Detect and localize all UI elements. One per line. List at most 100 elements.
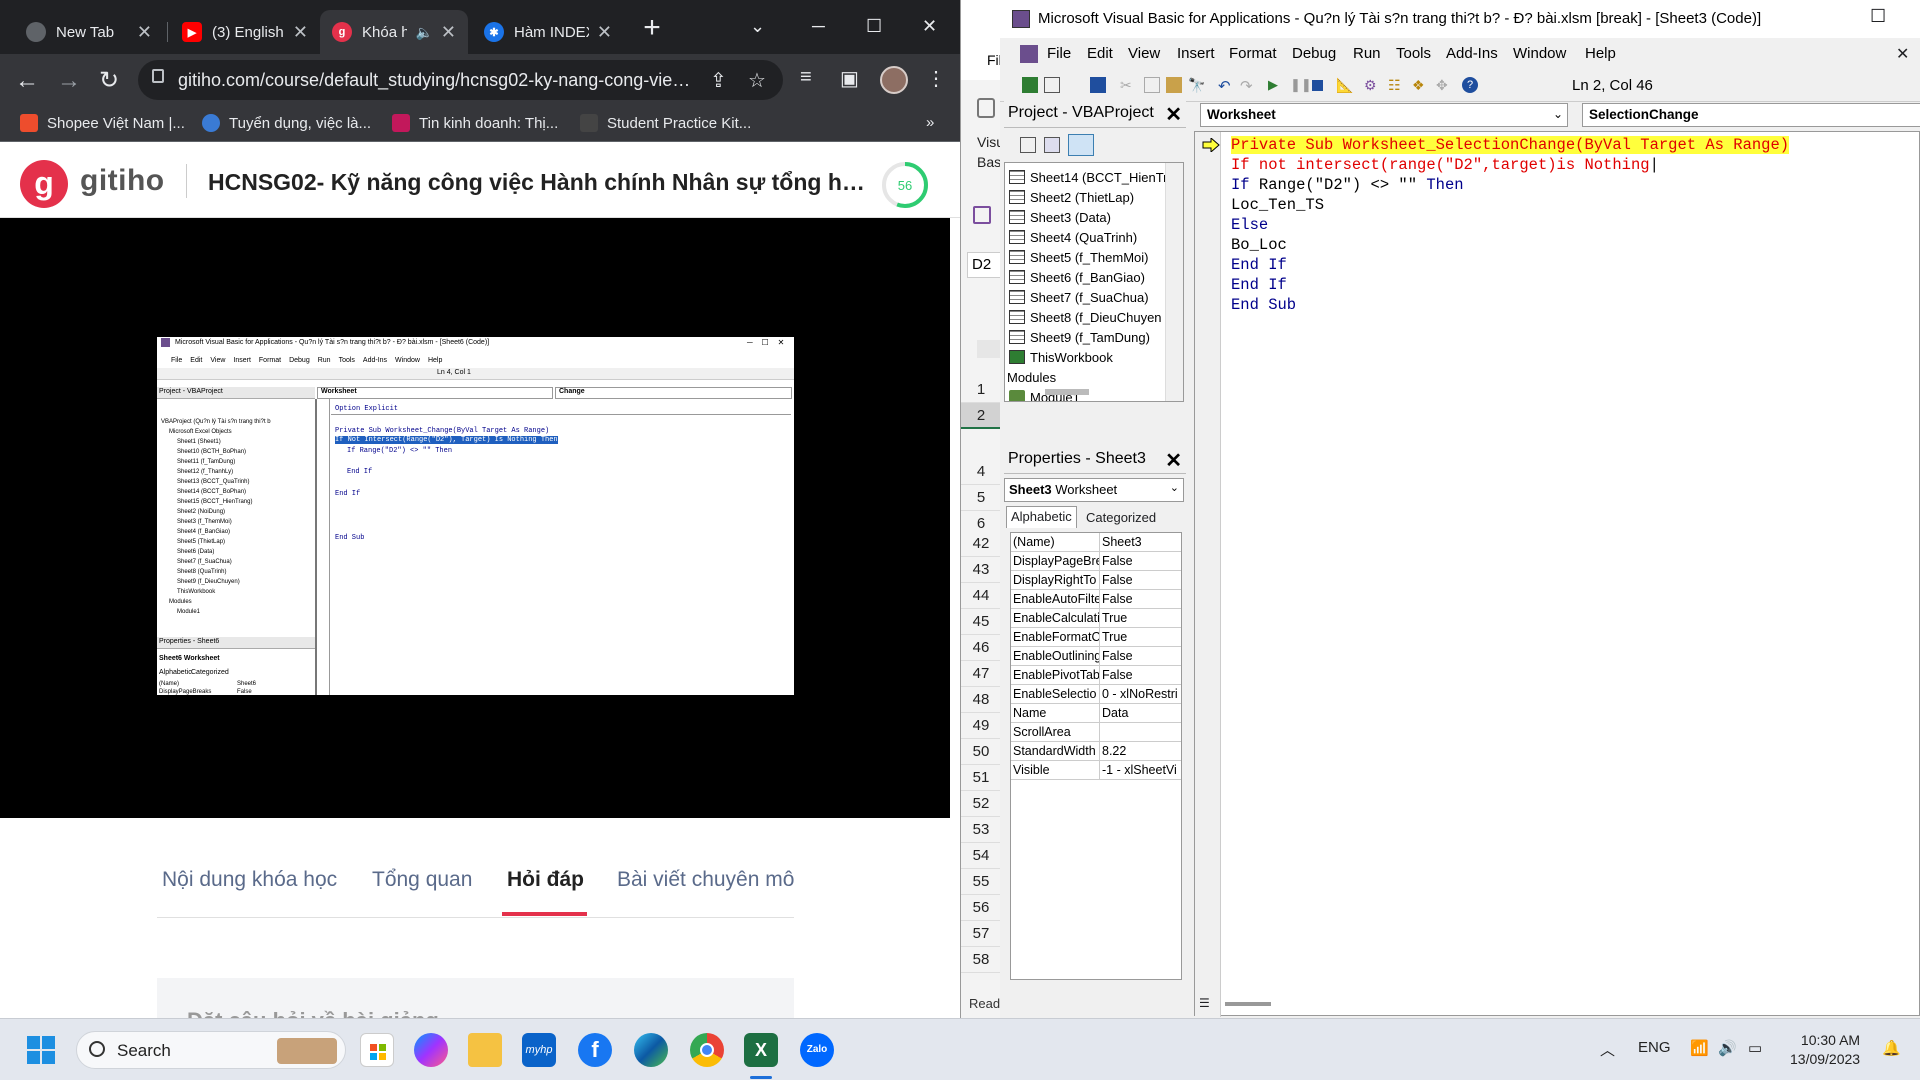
- tab-gitiho[interactable]: g Khóa h 🔈 ✕: [320, 10, 468, 54]
- menu-debug[interactable]: Debug: [1292, 45, 1336, 62]
- chrome-menu-icon[interactable]: ⋮: [926, 66, 946, 91]
- menu-insert[interactable]: Insert: [1177, 45, 1215, 62]
- property-value[interactable]: False: [1102, 573, 1180, 587]
- property-row[interactable]: EnableOutlining False: [1011, 647, 1181, 666]
- close-tab-icon[interactable]: ✕: [137, 22, 152, 43]
- row-header[interactable]: 50: [961, 739, 1000, 765]
- close-pane-icon[interactable]: ✕: [1165, 102, 1182, 127]
- tab-youtube[interactable]: ▶ (3) English ✕: [170, 12, 320, 52]
- property-row[interactable]: StandardWidth 8.22: [1011, 742, 1181, 761]
- excel-icon[interactable]: X: [744, 1033, 778, 1067]
- excel-view-icon[interactable]: [1020, 45, 1038, 63]
- close-window-icon[interactable]: ✕: [922, 16, 937, 37]
- back-icon[interactable]: ←: [12, 66, 42, 96]
- battery-icon[interactable]: ▭: [1748, 1039, 1762, 1057]
- close-pane-icon[interactable]: ✕: [1165, 448, 1182, 473]
- project-item[interactable]: Sheet5 (f_ThemMoi): [1009, 247, 1149, 267]
- bookmark-star-icon[interactable]: ☆: [748, 68, 766, 93]
- row-header[interactable]: 47: [961, 661, 1000, 687]
- code-line-5[interactable]: Else: [1231, 215, 1268, 235]
- view-code-icon[interactable]: [1020, 137, 1036, 153]
- property-value[interactable]: False: [1102, 592, 1180, 606]
- reload-icon[interactable]: ↻: [94, 66, 124, 96]
- row-header[interactable]: 58: [961, 947, 1000, 973]
- more-bookmarks-icon[interactable]: »: [926, 114, 934, 131]
- cut-icon[interactable]: ✂: [1120, 77, 1136, 93]
- design-mode-icon[interactable]: 📐: [1336, 77, 1353, 93]
- row-header[interactable]: 42: [961, 531, 1000, 557]
- view-excel-icon[interactable]: [1022, 77, 1038, 93]
- row-header[interactable]: 1: [961, 377, 1000, 403]
- menu-view[interactable]: View: [1128, 45, 1160, 62]
- row-header[interactable]: 51: [961, 765, 1000, 791]
- file-explorer-icon[interactable]: [468, 1033, 502, 1067]
- property-row[interactable]: EnableAutoFilte False: [1011, 590, 1181, 609]
- break-icon[interactable]: ❚❚: [1290, 77, 1312, 93]
- property-row[interactable]: DisplayPageBre False: [1011, 552, 1181, 571]
- menu-help[interactable]: Help: [1585, 45, 1616, 62]
- redo-icon[interactable]: ↷: [1240, 77, 1256, 95]
- share-icon[interactable]: ⇪: [710, 68, 727, 93]
- menu-tools[interactable]: Tools: [1396, 45, 1431, 62]
- logo-text[interactable]: gitiho: [80, 164, 165, 198]
- excel-file-tab[interactable]: Fil: [987, 52, 1000, 68]
- project-item[interactable]: Sheet3 (Data): [1009, 207, 1111, 227]
- tray-overflow-icon[interactable]: ︿: [1600, 1039, 1615, 1060]
- menu-format[interactable]: Format: [1229, 45, 1277, 62]
- minimize-icon[interactable]: ─: [812, 16, 825, 37]
- bookmark-tuyen-dung[interactable]: Tuyển dụng, việc là...: [202, 114, 371, 132]
- gitiho-logo[interactable]: g: [20, 160, 68, 208]
- row-header[interactable]: 2: [961, 403, 1000, 429]
- bookmark-student-practice[interactable]: Student Practice Kit...: [580, 114, 751, 132]
- property-row[interactable]: EnableCalculati True: [1011, 609, 1181, 628]
- insert-userform-icon[interactable]: [1044, 77, 1060, 93]
- messenger-icon[interactable]: [414, 1033, 448, 1067]
- tab-ham-index[interactable]: ✱ Hàm INDEX ✕: [472, 12, 624, 52]
- paste-icon[interactable]: [1166, 77, 1182, 93]
- maximize-icon[interactable]: ☐: [1870, 6, 1886, 27]
- property-value[interactable]: -1 - xlSheetVi: [1102, 763, 1180, 777]
- myhp-icon[interactable]: myhp: [522, 1033, 556, 1067]
- project-item[interactable]: Sheet6 (f_BanGiao): [1009, 267, 1145, 287]
- project-item[interactable]: ThisWorkbook: [1009, 347, 1113, 367]
- project-hscroll-thumb[interactable]: [1045, 389, 1089, 395]
- speaker-icon[interactable]: 🔈: [415, 24, 432, 41]
- copy-icon[interactable]: [1144, 77, 1160, 93]
- menu-window[interactable]: Window: [1513, 45, 1566, 62]
- undo-icon[interactable]: ↶: [1218, 77, 1234, 95]
- chrome-icon[interactable]: [690, 1033, 724, 1067]
- property-value[interactable]: False: [1102, 554, 1180, 568]
- view-object-icon[interactable]: [1044, 137, 1060, 153]
- store-icon[interactable]: [360, 1033, 394, 1067]
- facebook-icon[interactable]: f: [578, 1033, 612, 1067]
- row-header[interactable]: 4: [961, 459, 1000, 485]
- row-header[interactable]: 53: [961, 817, 1000, 843]
- row-header[interactable]: 57: [961, 921, 1000, 947]
- maximize-icon[interactable]: ☐: [866, 16, 882, 37]
- modules-folder[interactable]: Modules: [1007, 367, 1056, 387]
- address-bar[interactable]: gitiho.com/course/default_studying/hcnsg…: [138, 60, 783, 100]
- project-item[interactable]: Sheet14 (BCCT_HienTr: [1009, 167, 1168, 187]
- code-line-9[interactable]: End Sub: [1231, 295, 1296, 315]
- menu-file[interactable]: File: [1047, 45, 1071, 62]
- toolbox-icon[interactable]: ✥: [1436, 77, 1452, 93]
- code-line-2[interactable]: If not intersect(range("D2",target)is No…: [1231, 155, 1659, 175]
- property-value[interactable]: True: [1102, 611, 1180, 625]
- bookmark-shopee[interactable]: Shopee Việt Nam |...: [20, 114, 185, 132]
- forward-icon[interactable]: →: [54, 66, 84, 96]
- project-item[interactable]: Sheet4 (QuaTrinh): [1009, 227, 1137, 247]
- code-line-1[interactable]: Private Sub Worksheet_SelectionChange(By…: [1231, 135, 1790, 155]
- row-header[interactable]: 44: [961, 583, 1000, 609]
- wifi-icon[interactable]: 📶: [1690, 1039, 1709, 1057]
- row-header[interactable]: 43: [961, 557, 1000, 583]
- project-explorer-icon[interactable]: ⚙: [1364, 77, 1380, 93]
- notification-bell-icon[interactable]: 🔔: [1882, 1039, 1901, 1057]
- volume-icon[interactable]: 🔊: [1718, 1039, 1737, 1057]
- media-control-icon[interactable]: ≡: [800, 66, 812, 89]
- object-combo[interactable]: Worksheet ⌄: [1200, 103, 1568, 127]
- code-line-6[interactable]: Bo_Loc: [1231, 235, 1287, 255]
- row-header[interactable]: 46: [961, 635, 1000, 661]
- close-code-icon[interactable]: ✕: [1896, 44, 1909, 64]
- row-header[interactable]: 52: [961, 791, 1000, 817]
- row-header[interactable]: 48: [961, 687, 1000, 713]
